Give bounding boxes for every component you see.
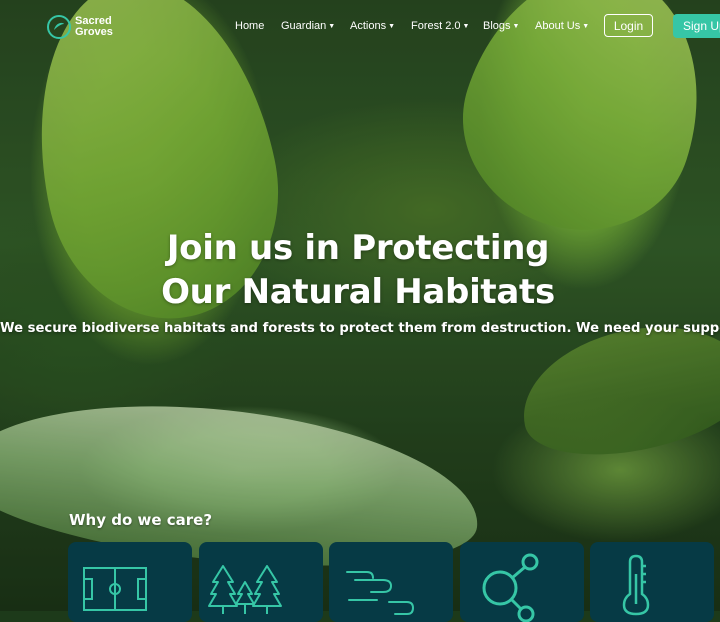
chevron-down-icon: ▼ (328, 22, 336, 30)
hero-headline-line2: Our Natural Habitats (161, 272, 555, 312)
why-card-thermometer[interactable] (590, 542, 714, 622)
hero-headline-line1: Join us in Protecting (166, 228, 550, 268)
login-button[interactable]: Login (604, 14, 653, 37)
clouds-icon (346, 571, 415, 615)
network-icon (482, 553, 539, 622)
why-card-trees[interactable] (199, 542, 323, 622)
field-icon (83, 567, 147, 611)
why-card-clouds[interactable] (329, 542, 453, 622)
section-title-why: Why do we care? (69, 511, 213, 529)
brand-name-line2: Groves (75, 26, 113, 38)
chevron-down-icon: ▼ (462, 22, 470, 30)
sign-up-button[interactable]: Sign Up (673, 14, 720, 38)
chevron-down-icon: ▼ (512, 22, 520, 30)
navbar: Sacred Groves Home Guardian ▼ Actions ▼ Fo… (0, 0, 720, 56)
hero-headline: Join us in Protecting Our Natural Habita… (0, 226, 716, 314)
trees-icon (208, 565, 282, 614)
why-card-network[interactable] (460, 542, 584, 622)
hero-subheadline: We secure biodiverse habitats and forest… (0, 321, 720, 336)
chevron-down-icon: ▼ (388, 22, 396, 30)
nav-item-guardian[interactable]: Guardian ▼ (281, 20, 335, 32)
nav-item-forest[interactable]: Forest 2.0 ▼ (411, 20, 469, 32)
nav-item-actions[interactable]: Actions ▼ (350, 20, 395, 32)
logo[interactable]: Sacred Groves (46, 14, 135, 40)
nav-item-about-us[interactable]: About Us ▼ (535, 20, 589, 32)
nav-item-home[interactable]: Home (235, 20, 264, 32)
nav-item-blogs[interactable]: Blogs ▼ (483, 20, 519, 32)
why-card-field[interactable] (68, 542, 192, 622)
chevron-down-icon: ▼ (582, 22, 590, 30)
thermometer-icon (622, 554, 650, 616)
sacred-groves-logo-icon (47, 15, 71, 39)
